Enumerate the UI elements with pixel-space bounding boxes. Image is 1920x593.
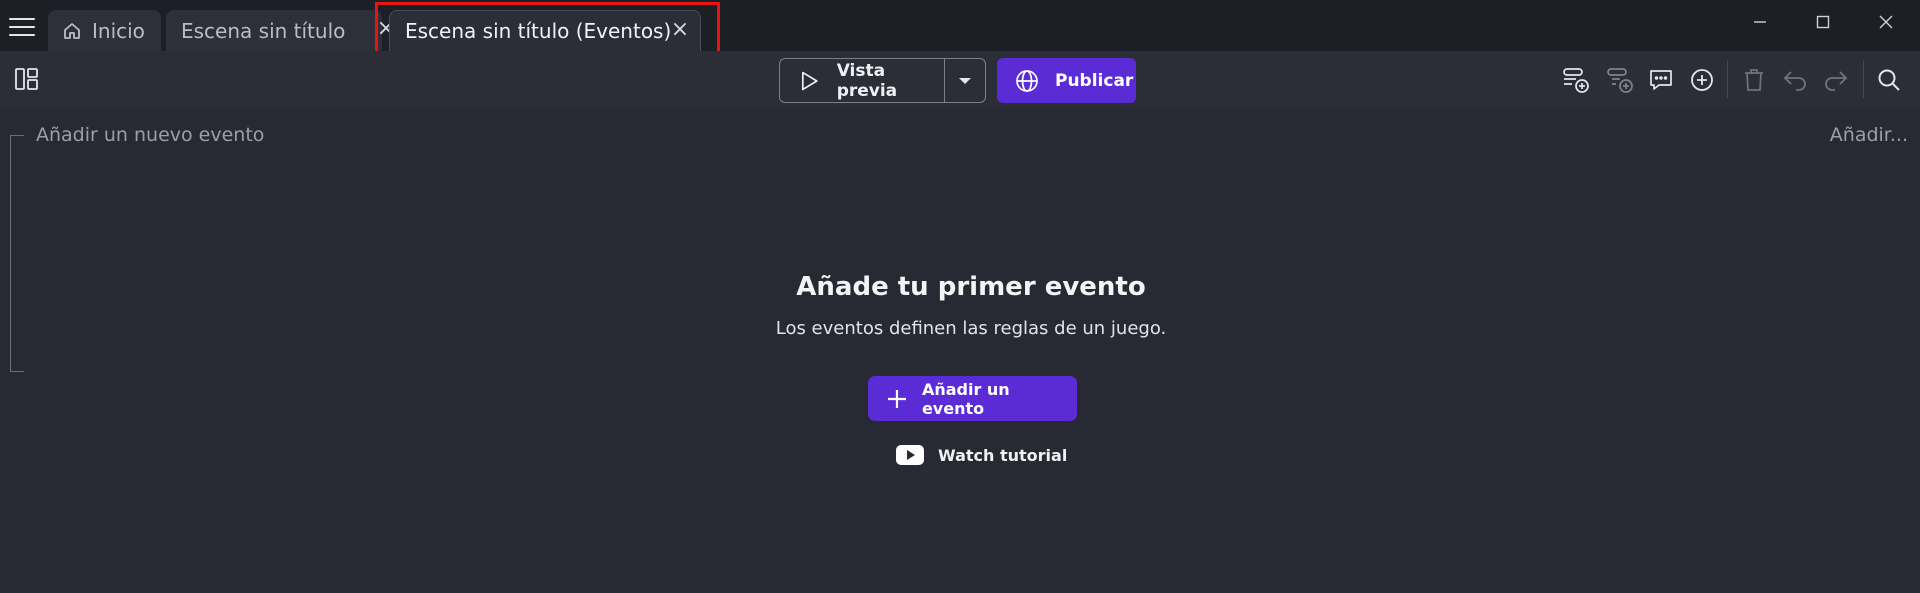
redo-icon[interactable] — [1821, 65, 1851, 95]
add-comment-icon[interactable] — [1646, 65, 1676, 95]
tab-scene-events-label: Escena sin título (Eventos) — [405, 19, 672, 43]
tab-scene-label: Escena sin título — [181, 18, 346, 43]
publish-label: Publicar — [1055, 70, 1134, 91]
window-close-icon[interactable] — [1866, 10, 1906, 34]
tab-scene-events[interactable]: Escena sin título (Eventos) × — [389, 10, 701, 51]
toolbar: Vista previa Publicar — [0, 51, 1920, 107]
add-menu-link[interactable]: Añadir... — [1830, 124, 1908, 146]
toolbar-divider — [1727, 60, 1728, 98]
home-icon — [64, 22, 80, 39]
toolbar-divider — [1863, 60, 1864, 98]
hamburger-menu-icon[interactable] — [9, 18, 35, 38]
add-event-icon[interactable] — [1561, 65, 1591, 95]
watch-tutorial-label: Watch tutorial — [938, 445, 1068, 465]
plus-icon — [887, 389, 906, 408]
preview-dropdown-button[interactable] — [945, 59, 985, 102]
play-icon — [801, 71, 818, 90]
add-event-button-label: Añadir un evento — [921, 379, 1010, 418]
maximize-icon[interactable] — [1803, 10, 1843, 34]
minimize-icon[interactable] — [1740, 10, 1780, 34]
globe-icon — [1016, 69, 1038, 92]
add-new-event-row[interactable]: Añadir un nuevo evento — [36, 124, 264, 146]
add-other-icon[interactable] — [1687, 65, 1717, 95]
caret-down-icon — [959, 77, 971, 84]
publish-button[interactable]: Publicar — [997, 58, 1136, 103]
watch-tutorial-link[interactable]: Watch tutorial — [896, 442, 1067, 468]
panels-layout-icon[interactable] — [14, 67, 40, 95]
preview-button[interactable]: Vista previa — [780, 59, 945, 102]
tab-home[interactable]: Inicio — [48, 10, 161, 51]
tab-scene[interactable]: Escena sin título × — [166, 10, 395, 51]
preview-label: Vista previa — [836, 60, 898, 101]
add-event-button[interactable]: Añadir un evento — [868, 376, 1077, 421]
empty-state-description: Los eventos definen las reglas de un jue… — [775, 318, 1167, 339]
search-icon[interactable] — [1874, 65, 1904, 95]
close-icon[interactable]: × — [670, 19, 690, 41]
title-bar: Inicio Escena sin título × Escena sin tí… — [0, 0, 1920, 51]
youtube-icon — [896, 445, 924, 465]
preview-button-group: Vista previa — [779, 58, 986, 103]
empty-state-title: Añade tu primer evento — [796, 272, 1146, 302]
tab-home-label: Inicio — [92, 18, 145, 43]
delete-icon[interactable] — [1739, 65, 1769, 95]
add-subevent-icon[interactable] — [1605, 65, 1635, 95]
undo-icon[interactable] — [1780, 65, 1810, 95]
